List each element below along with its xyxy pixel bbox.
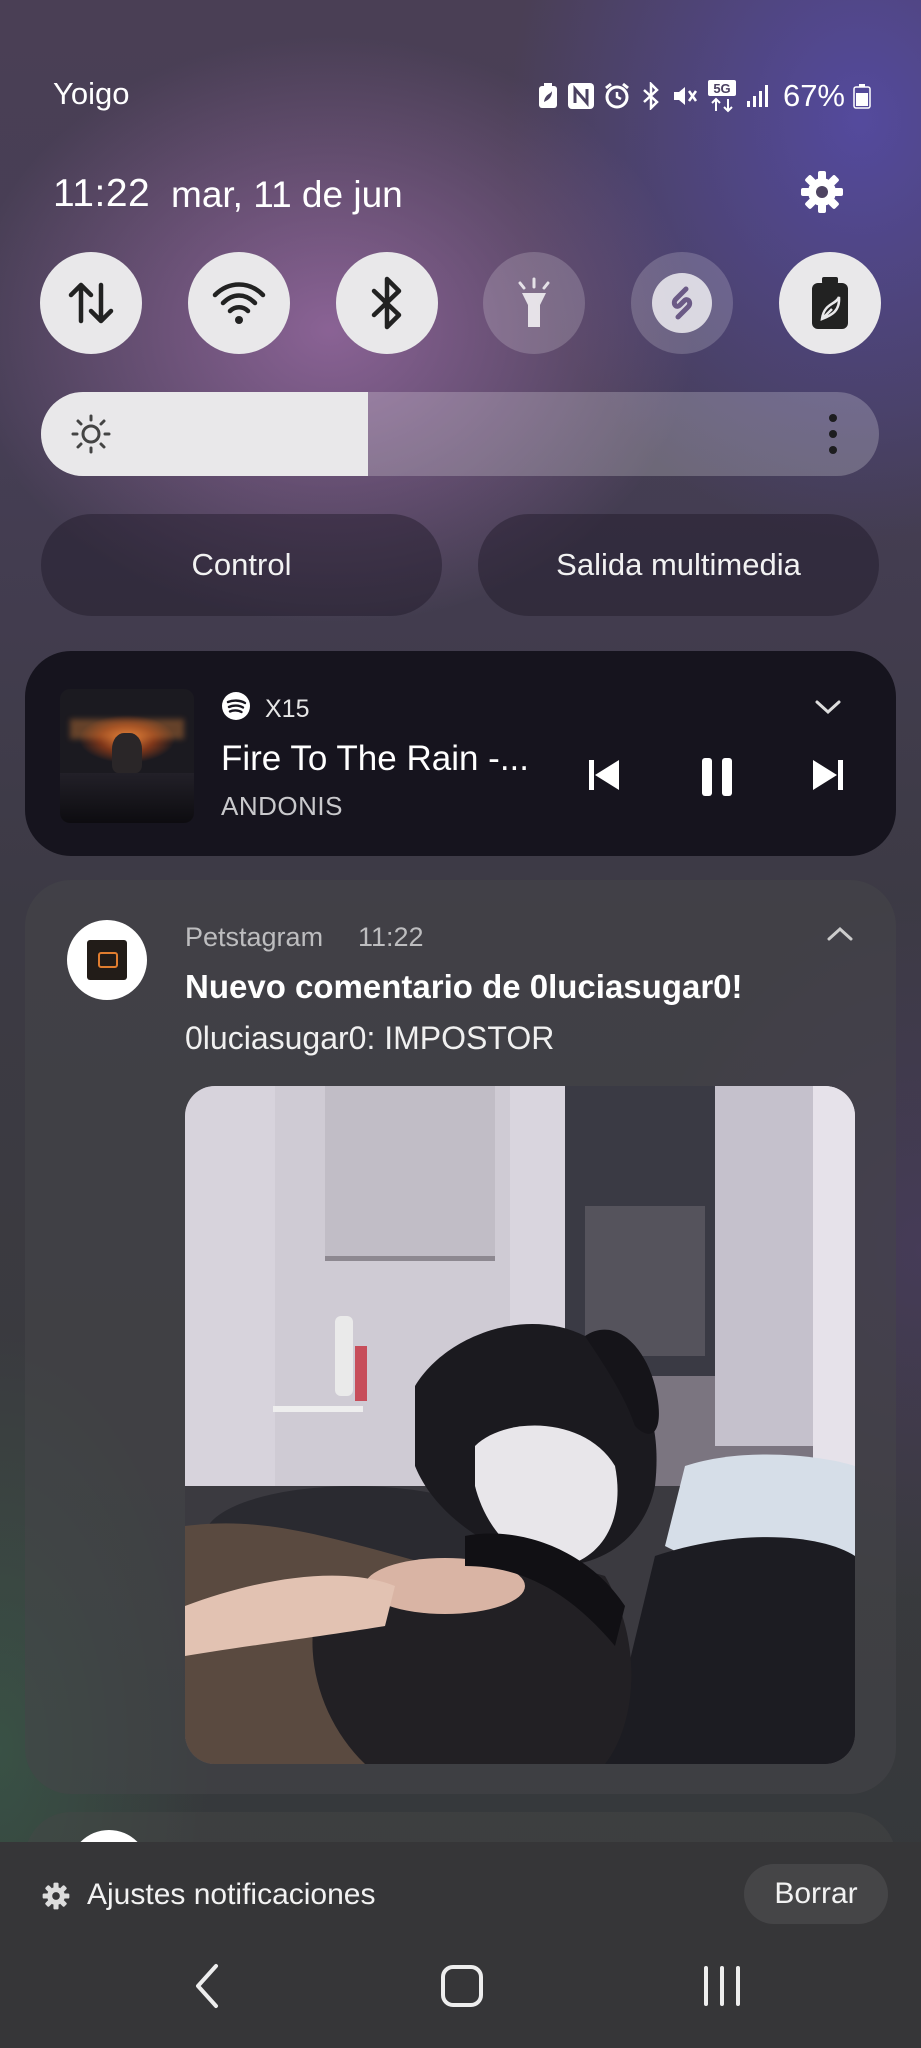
wifi-icon bbox=[212, 282, 266, 324]
carrier-name: Yoigo bbox=[53, 76, 130, 111]
shazam-toggle[interactable] bbox=[631, 252, 734, 354]
spotify-icon bbox=[222, 692, 250, 720]
notification-photo[interactable] bbox=[185, 1086, 855, 1764]
media-output-button[interactable]: Salida multimedia bbox=[478, 514, 879, 616]
flashlight-icon bbox=[518, 277, 550, 327]
app-avatar bbox=[67, 920, 147, 1000]
pause-icon[interactable] bbox=[700, 757, 734, 797]
song-title: Fire To The Rain -... bbox=[221, 739, 529, 778]
quick-settings-tiles bbox=[40, 252, 881, 354]
notification-settings-link[interactable]: Ajustes notificaciones bbox=[87, 1878, 376, 1912]
svg-text:5G: 5G bbox=[713, 81, 730, 96]
back-icon[interactable] bbox=[190, 1962, 224, 2010]
shazam-icon bbox=[652, 273, 713, 333]
5g-data-icon: 5G bbox=[707, 80, 736, 113]
next-icon[interactable] bbox=[811, 757, 845, 793]
notification-body: 0luciasugar0: IMPOSTOR bbox=[185, 1020, 555, 1056]
brightness-slider[interactable] bbox=[41, 392, 879, 476]
more-options-icon[interactable] bbox=[827, 412, 839, 456]
mobile-data-toggle[interactable] bbox=[40, 252, 142, 354]
bluetooth-toggle[interactable] bbox=[335, 252, 438, 354]
nfc-icon bbox=[567, 83, 594, 109]
alarm-icon bbox=[605, 82, 629, 109]
notification-title: Nuevo comentario de 0luciasugar0! bbox=[185, 968, 743, 1005]
settings-gear-icon[interactable] bbox=[42, 1882, 70, 1910]
recents-icon[interactable] bbox=[700, 1962, 744, 2010]
date[interactable]: mar, 11 de jun bbox=[171, 174, 403, 216]
clock[interactable]: 11:22 bbox=[53, 172, 150, 216]
status-icons: 5G 67% bbox=[537, 78, 871, 114]
control-button[interactable]: Control bbox=[41, 514, 442, 616]
bluetooth-icon bbox=[643, 82, 659, 110]
home-icon[interactable] bbox=[440, 1962, 484, 2010]
signal-icon bbox=[746, 85, 768, 107]
notification-app-name: Petstagram bbox=[185, 922, 324, 952]
clear-all-button[interactable]: Borrar bbox=[744, 1864, 888, 1924]
battery-icon bbox=[853, 84, 871, 109]
media-player[interactable]: X15 Fire To The Rain -... ANDONIS bbox=[25, 651, 896, 856]
chevron-up-icon[interactable] bbox=[825, 922, 855, 946]
battery-percent: 67% bbox=[782, 78, 845, 113]
chevron-down-icon[interactable] bbox=[813, 695, 843, 719]
flashlight-toggle[interactable] bbox=[483, 252, 586, 354]
mute-icon bbox=[673, 87, 697, 105]
artist-name: ANDONIS bbox=[221, 791, 343, 821]
battery-saver-icon bbox=[538, 83, 557, 108]
album-art bbox=[60, 689, 194, 823]
mobile-data-icon bbox=[68, 282, 114, 324]
power-saving-toggle[interactable] bbox=[778, 252, 881, 354]
settings-gear-icon[interactable] bbox=[800, 170, 844, 214]
previous-icon[interactable] bbox=[587, 757, 621, 793]
notification-card[interactable]: Petstagram 11:22 Nuevo comentario de 0lu… bbox=[25, 880, 896, 1794]
media-app-label: X15 bbox=[265, 695, 310, 723]
notification-time: 11:22 bbox=[358, 922, 424, 952]
bluetooth-icon bbox=[371, 276, 401, 330]
notification-footer: Ajustes notificaciones Borrar bbox=[0, 1842, 921, 2048]
wifi-toggle[interactable] bbox=[187, 252, 290, 354]
brightness-sun-icon bbox=[71, 414, 111, 454]
power-saving-icon bbox=[811, 277, 848, 329]
